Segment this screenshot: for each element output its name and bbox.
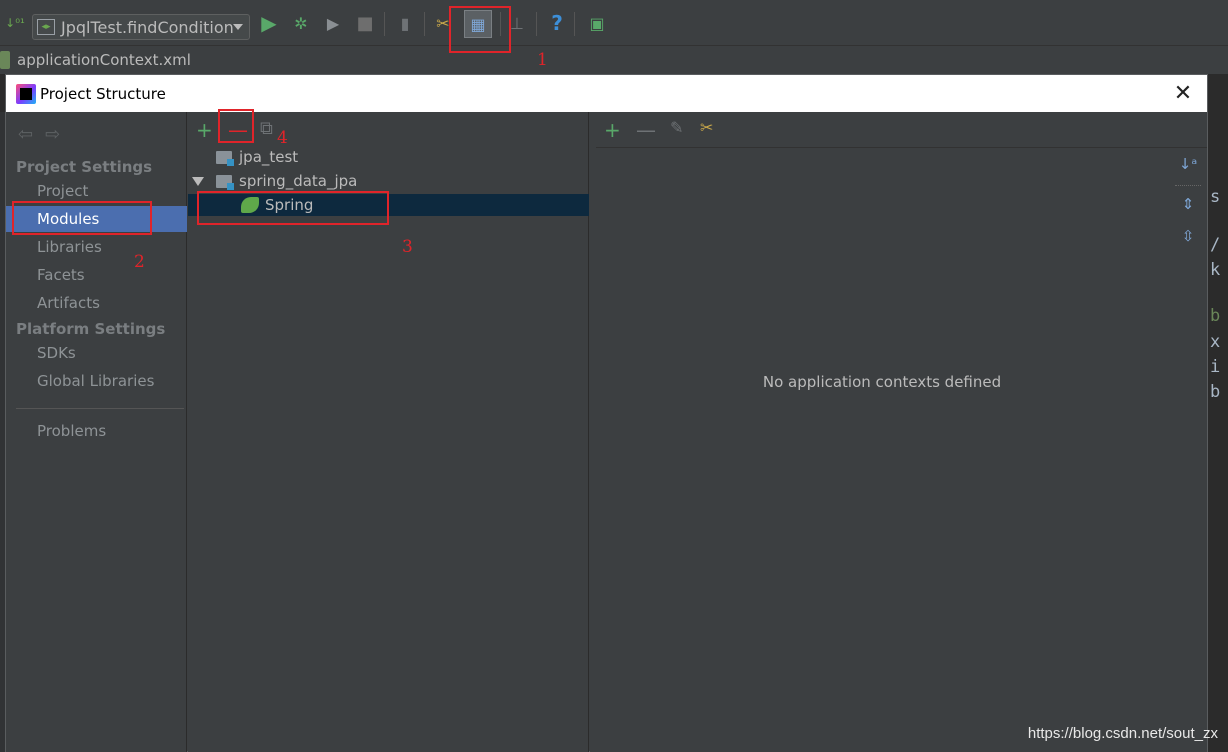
nav-item-facets[interactable]: Facets — [6, 262, 187, 288]
annotation-number-1: 1 — [537, 50, 548, 70]
run-config-icon: ◂▸ — [37, 19, 55, 35]
nav-item-problems[interactable]: Problems — [6, 418, 187, 444]
expand-all-icon[interactable]: ⇕ — [1175, 192, 1201, 216]
code-fragment: b — [1210, 306, 1221, 326]
breadcrumb-file[interactable]: applicationContext.xml — [17, 51, 191, 69]
chevron-down-icon — [233, 24, 243, 30]
section-platform-settings: Platform Settings — [16, 320, 166, 338]
context-toolbar: + — ✎ ✂ — [596, 112, 1207, 148]
toolbar-separator — [536, 12, 537, 36]
tree-item-spring-data-jpa[interactable]: spring_data_jpa — [188, 170, 589, 192]
annotation-number-4: 4 — [277, 128, 288, 148]
code-fragment: b — [1210, 382, 1221, 402]
screenshot-root: ↓⁰¹ ◂▸ JpqlTest.findCondition ▶ ✲ ▶ ■ ▮ … — [0, 0, 1228, 752]
tree-item-label: spring_data_jpa — [239, 172, 358, 190]
nav-item-sdks[interactable]: SDKs — [6, 340, 187, 366]
breadcrumb: applicationContext.xml — [0, 46, 1228, 74]
annotation-number-2: 2 — [134, 252, 145, 272]
nav-item-global-libraries[interactable]: Global Libraries — [6, 368, 187, 394]
dialog-title: Project Structure — [40, 84, 166, 103]
empty-state-message: No application contexts defined — [762, 373, 1002, 391]
remove-context-icon[interactable]: — — [636, 118, 656, 142]
run-config-selector[interactable]: ◂▸ JpqlTest.findCondition — [32, 14, 250, 40]
editor-peek: s / k b x i b — [1208, 112, 1228, 752]
add-context-icon[interactable]: + — [604, 118, 621, 142]
module-folder-icon — [216, 174, 234, 190]
section-project-settings: Project Settings — [16, 158, 153, 176]
add-icon[interactable]: + — [196, 118, 213, 142]
debug-icon[interactable]: ✲ — [290, 12, 312, 34]
nav-history: ⇦ ⇨ — [18, 124, 72, 145]
annotation-box-3 — [197, 191, 389, 225]
code-fragment: i — [1210, 357, 1221, 377]
side-tools-separator — [1175, 185, 1201, 186]
annotation-box-4 — [218, 109, 254, 143]
code-fragment: / — [1210, 235, 1221, 255]
project-structure-dialog: Project Structure ✕ ⇦ ⇨ Project Settings … — [5, 74, 1208, 752]
settings-tools-icon[interactable]: ✂ — [700, 118, 713, 137]
sort-alpha-icon[interactable]: ↓ᵃ — [1175, 152, 1201, 176]
edit-pencil-icon[interactable]: ✎ — [670, 118, 683, 137]
watermark: https://blog.csdn.net/sout_zx — [1027, 725, 1218, 742]
run-icon[interactable]: ▶ — [258, 11, 280, 35]
back-arrow-icon[interactable]: ⇦ — [18, 124, 33, 145]
forward-arrow-icon[interactable]: ⇨ — [45, 124, 60, 145]
nav-item-artifacts[interactable]: Artifacts — [6, 290, 187, 316]
expand-arrow-icon[interactable] — [192, 177, 204, 186]
sort-icon[interactable]: ↓⁰¹ — [4, 12, 26, 34]
nav-divider — [16, 408, 184, 409]
stop-icon[interactable]: ■ — [354, 12, 376, 34]
build-icon[interactable]: ▮ — [394, 12, 416, 34]
annotation-box-2 — [12, 201, 152, 235]
annotation-number-3: 3 — [402, 237, 413, 257]
toolbar-separator — [424, 12, 425, 36]
help-icon[interactable]: ? — [546, 11, 568, 35]
dialog-titlebar[interactable]: Project Structure ✕ — [6, 75, 1207, 112]
module-folder-icon — [216, 150, 234, 166]
spring-facet-panel: + — ✎ ✂ ↓ᵃ ⇕ ⇳ No application contexts d… — [590, 112, 1207, 752]
toolbar-separator — [574, 12, 575, 36]
collapse-all-icon[interactable]: ⇳ — [1175, 224, 1201, 248]
code-fragment: x — [1210, 332, 1221, 352]
annotation-box-1 — [449, 6, 511, 53]
coverage-icon[interactable]: ▶ — [322, 12, 344, 34]
tree-item-jpa-test[interactable]: jpa_test — [188, 146, 589, 168]
ide-toolbar: ↓⁰¹ ◂▸ JpqlTest.findCondition ▶ ✲ ▶ ■ ▮ … — [0, 0, 1228, 46]
toolbar-separator — [384, 12, 385, 36]
xml-file-icon — [0, 51, 10, 69]
run-config-label: JpqlTest.findCondition — [61, 17, 234, 37]
tree-item-label: jpa_test — [239, 148, 299, 166]
code-fragment: s — [1210, 187, 1221, 207]
nav-item-libraries[interactable]: Libraries — [6, 234, 187, 260]
intellij-logo-icon — [16, 84, 36, 104]
close-icon[interactable]: ✕ — [1171, 81, 1195, 106]
code-fragment: k — [1210, 260, 1221, 280]
sdk-icon[interactable]: ▣ — [586, 12, 608, 34]
copy-icon[interactable]: ⧉ — [260, 118, 273, 139]
